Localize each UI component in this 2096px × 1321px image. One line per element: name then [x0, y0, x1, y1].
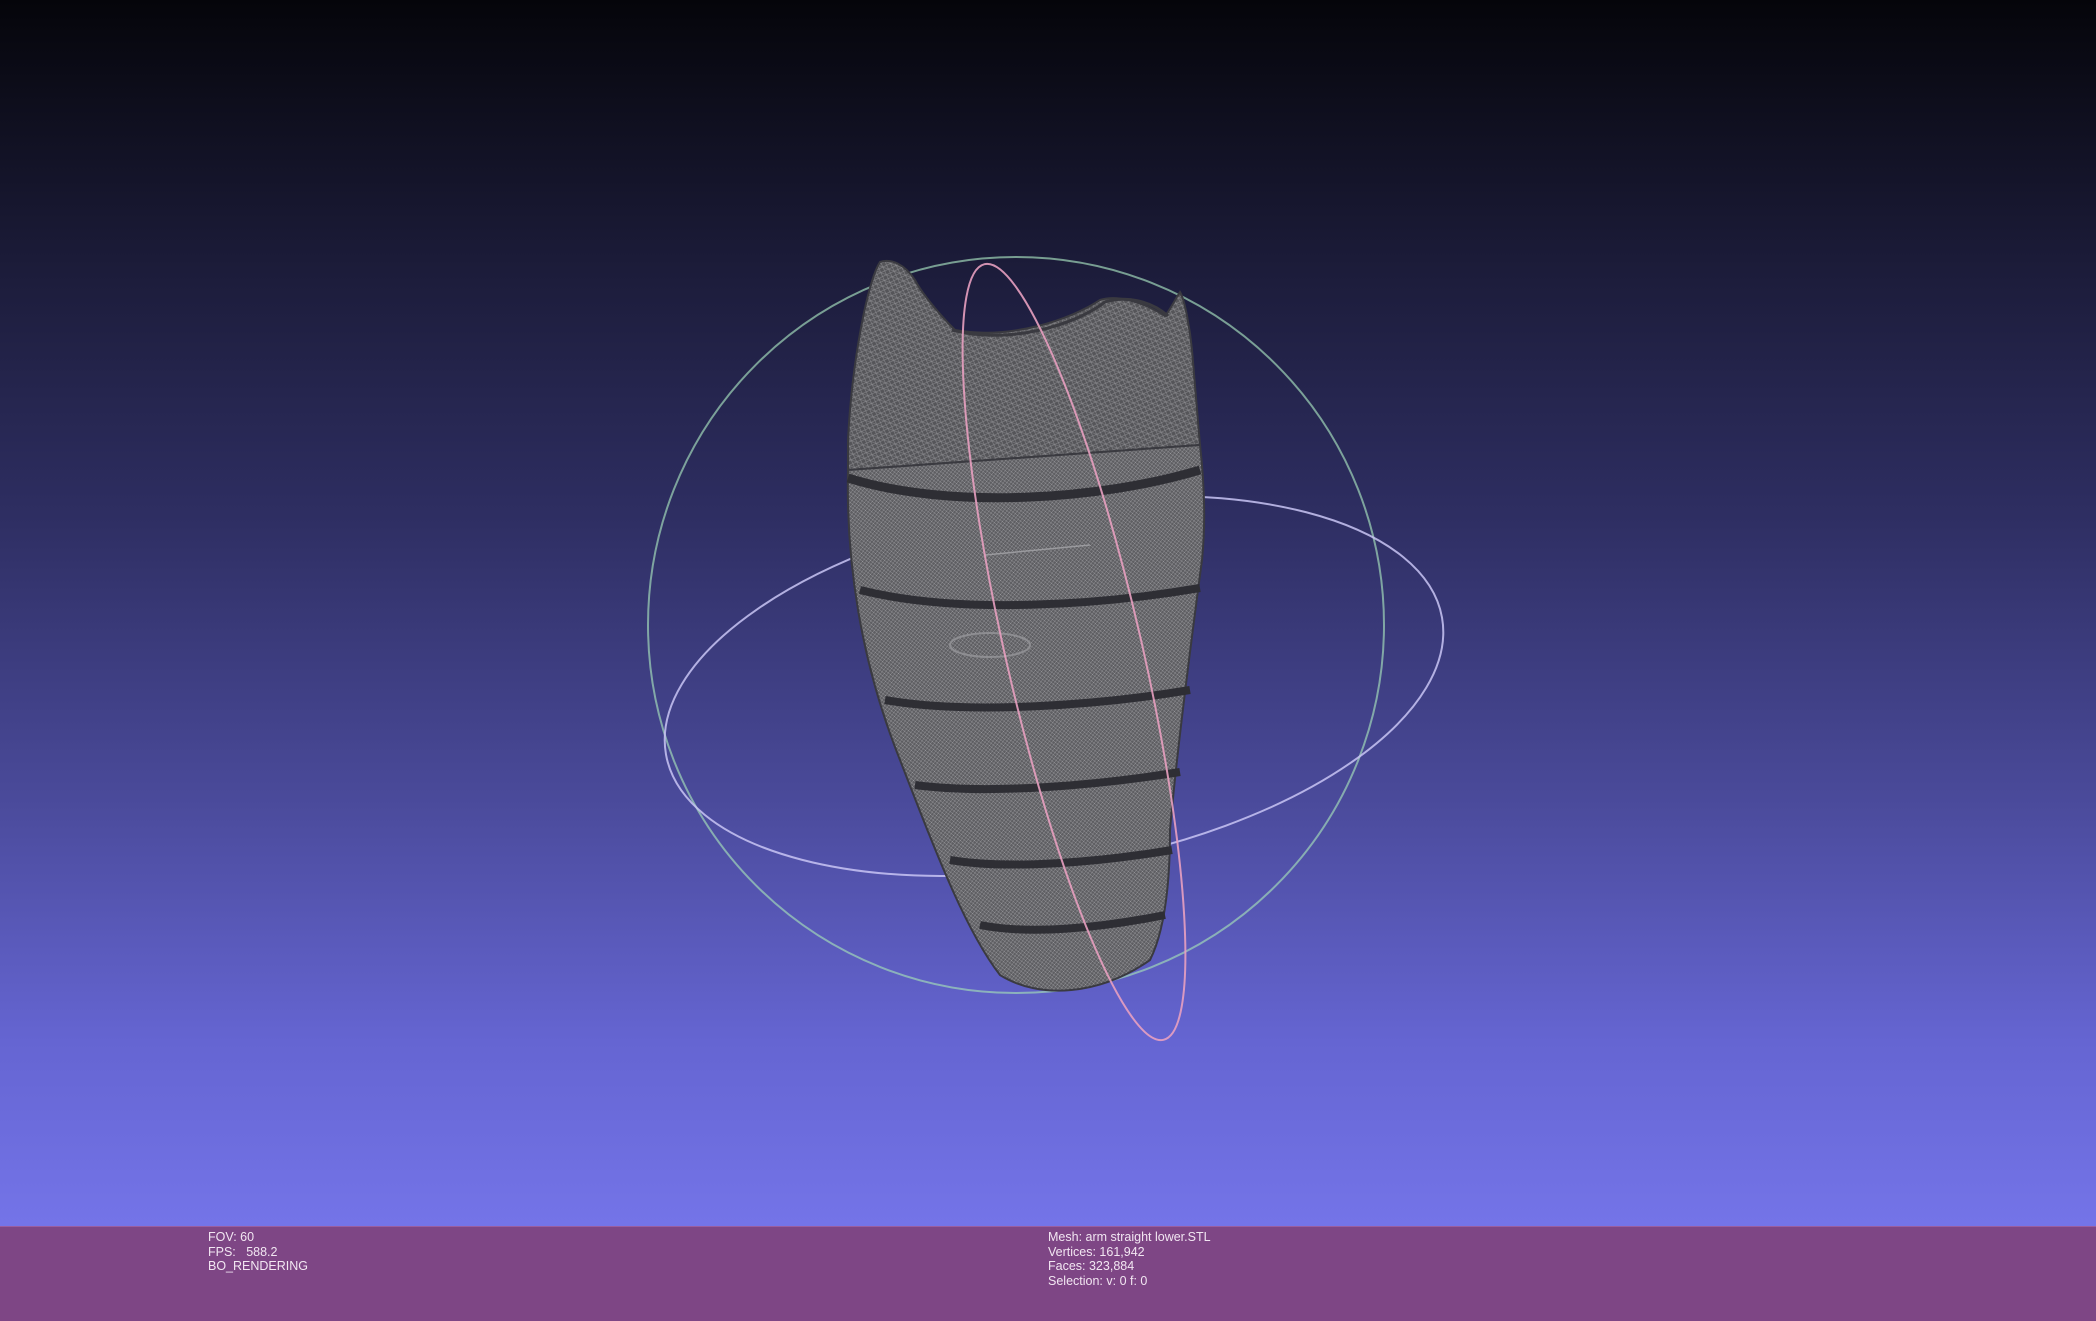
mesh-info: Mesh: arm straight lower.STL Vertices: 1… [1048, 1230, 1211, 1289]
3d-viewport[interactable] [0, 0, 2096, 1226]
scene-canvas[interactable] [0, 0, 2096, 1226]
selection-readout: Selection: v: 0 f: 0 [1048, 1274, 1148, 1289]
mesh-name-readout: Mesh: arm straight lower.STL [1048, 1230, 1211, 1244]
vertices-readout: Vertices: 161,942 [1048, 1244, 1145, 1259]
status-bar: FOV: 60 FPS: 588.2 BO_RENDERING Mesh: ar… [0, 1226, 2096, 1321]
fov-readout: FOV: 60 [208, 1230, 255, 1244]
faces-readout: Faces: 323,884 [1048, 1259, 1135, 1274]
render-info: FOV: 60 FPS: 588.2 BO_RENDERING [208, 1230, 308, 1274]
render-mode-readout: BO_RENDERING [208, 1259, 309, 1274]
fps-readout: FPS: 588.2 [208, 1244, 278, 1259]
mesh-model[interactable] [846, 260, 1206, 992]
